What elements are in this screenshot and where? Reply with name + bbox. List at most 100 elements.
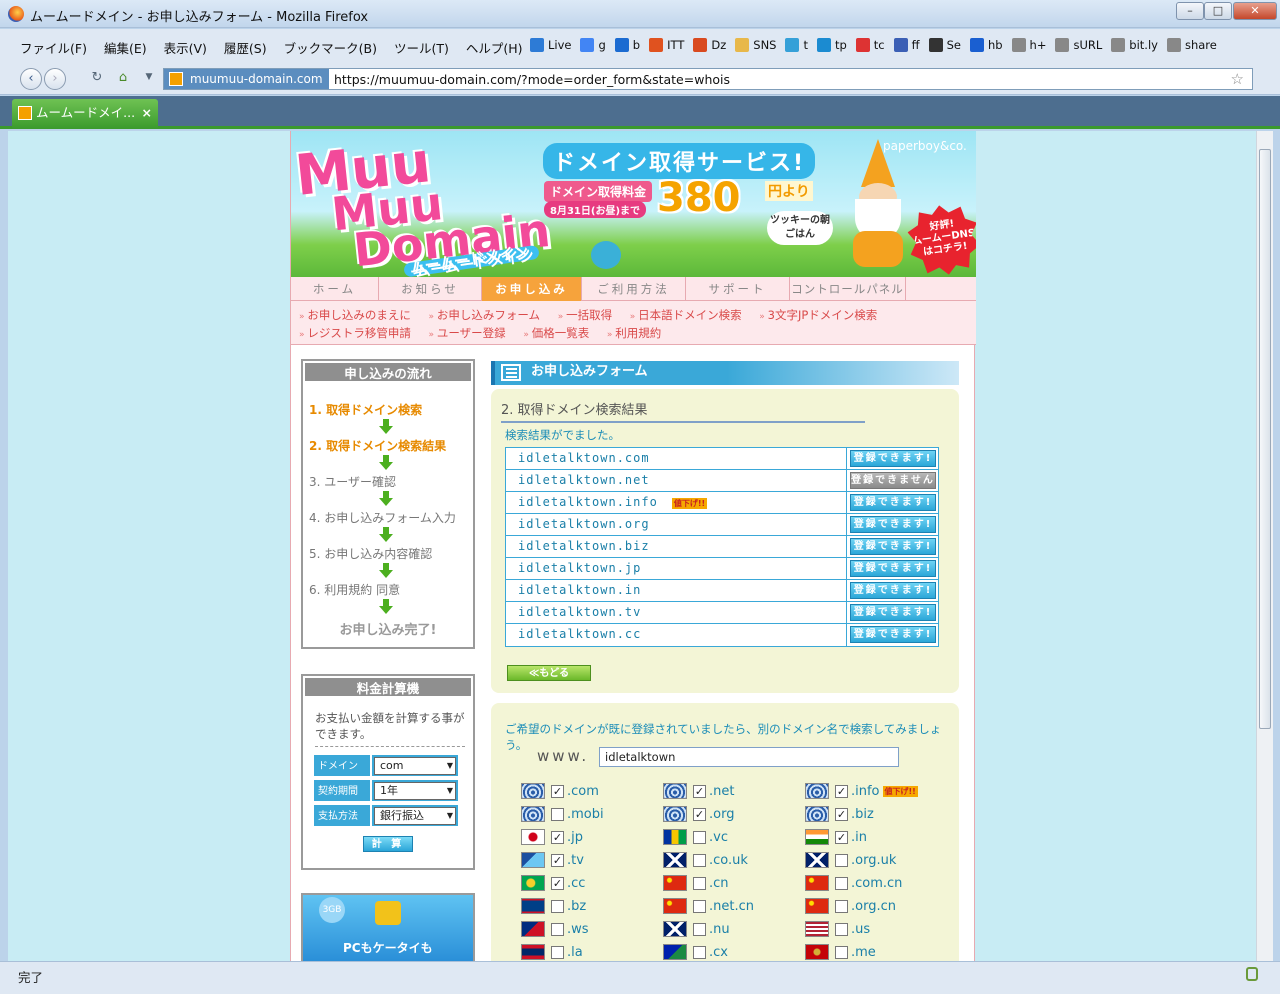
subnav-user-register[interactable]: ユーザー登録 <box>429 326 506 340</box>
muumuu-logo[interactable]: Muu Muu Domain ムームードメイン <box>292 131 553 277</box>
bookmark-3[interactable]: ITT <box>649 38 684 52</box>
menu-help[interactable]: ヘルプ(H) <box>466 38 523 57</box>
bookmark-9[interactable]: ff <box>893 38 920 52</box>
subnav-before-apply[interactable]: お申し込みのまえに <box>299 308 411 322</box>
tld-label[interactable]: .jp <box>567 830 583 845</box>
tld-checkbox[interactable] <box>693 945 706 959</box>
history-dropdown-icon[interactable]: ▼ <box>138 68 160 90</box>
back-arrow-icon[interactable]: ‹ <box>20 68 42 90</box>
nav-news[interactable]: お知らせ <box>379 277 482 301</box>
muumuu-dns-badge[interactable]: 好評! ムームーDNS はコチラ! <box>904 200 976 277</box>
tld-checkbox[interactable]: ✓ <box>835 784 848 798</box>
menu-history[interactable]: 履歴(S) <box>224 38 267 57</box>
tab-close-icon[interactable]: × <box>142 99 152 127</box>
tld-checkbox[interactable] <box>693 922 706 936</box>
tld-checkbox[interactable] <box>835 853 848 867</box>
tld-checkbox[interactable] <box>835 876 848 890</box>
tld-label[interactable]: .la <box>567 945 583 960</box>
register-available-button[interactable]: 登録できます! <box>850 582 936 599</box>
menu-edit[interactable]: 編集(E) <box>104 38 147 57</box>
subnav-apply-form[interactable]: お申し込みフォーム <box>429 308 541 322</box>
tld-checkbox[interactable]: ✓ <box>551 853 564 867</box>
tld-checkbox[interactable] <box>551 899 564 913</box>
tld-label[interactable]: .vc <box>709 830 728 845</box>
vertical-scrollbar[interactable] <box>1256 131 1273 961</box>
nav-support[interactable]: サポート <box>686 277 790 301</box>
nav-control-panel[interactable]: コントロールパネル <box>790 277 906 301</box>
tld-label[interactable]: .net <box>709 784 734 799</box>
close-window-button[interactable]: ✕ <box>1233 2 1277 20</box>
tld-checkbox[interactable] <box>835 899 848 913</box>
register-available-button[interactable]: 登録できます! <box>850 560 936 577</box>
tld-label[interactable]: .nu <box>709 922 730 937</box>
menu-tools[interactable]: ツール(T) <box>394 38 449 57</box>
tld-checkbox[interactable] <box>693 899 706 913</box>
tld-label[interactable]: .com <box>567 784 599 799</box>
minimize-button[interactable]: – <box>1176 2 1204 20</box>
bookmark-0[interactable]: Live <box>530 38 571 52</box>
subnav-price-list[interactable]: 価格一覧表 <box>523 326 589 340</box>
tld-label[interactable]: .com.cn <box>851 876 902 891</box>
tab-muumuu[interactable]: ムームードメイ... × <box>12 99 158 129</box>
tld-label[interactable]: .us <box>851 922 870 937</box>
register-available-button[interactable]: 登録できます! <box>850 626 936 643</box>
tld-checkbox[interactable]: ✓ <box>551 830 564 844</box>
register-available-button[interactable]: 登録できます! <box>850 450 936 467</box>
home-icon[interactable]: ⌂ <box>112 68 134 90</box>
url-text[interactable]: https://muumuu-domain.com/?mode=order_fo… <box>334 72 730 87</box>
tld-label[interactable]: .mobi <box>567 807 604 822</box>
register-available-button[interactable]: 登録できます! <box>850 604 936 621</box>
site-identity-button[interactable]: muumuu-domain.com <box>164 69 329 89</box>
address-bar[interactable]: muumuu-domain.com https://muumuu-domain.… <box>163 68 1253 90</box>
banner-speech-bubble[interactable]: ツッキーの朝ごはん <box>767 211 833 245</box>
calc-domain-select[interactable]: com <box>374 757 456 775</box>
menu-view[interactable]: 表示(V) <box>164 38 207 57</box>
bookmark-2[interactable]: b <box>614 38 640 52</box>
bookmark-12[interactable]: h+ <box>1011 38 1046 52</box>
nav-home[interactable]: ホーム <box>291 277 379 301</box>
scrollbar-thumb[interactable] <box>1259 149 1271 729</box>
subnav-terms[interactable]: 利用規約 <box>607 326 661 340</box>
bookmark-6[interactable]: t <box>785 38 808 52</box>
tld-checkbox[interactable]: ✓ <box>551 784 564 798</box>
calc-pay-select[interactable]: 銀行振込 <box>374 807 456 825</box>
bookmark-4[interactable]: Dz <box>693 38 726 52</box>
tld-label[interactable]: .cn <box>709 876 729 891</box>
tld-checkbox[interactable]: ✓ <box>835 807 848 821</box>
bookmark-10[interactable]: Se <box>928 38 961 52</box>
subnav-transfer[interactable]: レジストラ移管申請 <box>299 326 411 340</box>
bookmark-8[interactable]: tc <box>855 38 885 52</box>
reload-icon[interactable]: ↻ <box>86 68 108 90</box>
subnav-bulk[interactable]: 一括取得 <box>558 308 612 322</box>
domain-search-input[interactable]: idletalktown <box>599 747 899 767</box>
subnav-3char-jp[interactable]: 3文字JPドメイン検索 <box>759 308 877 322</box>
tld-label[interactable]: .net.cn <box>709 899 754 914</box>
tld-label[interactable]: .info <box>851 784 880 799</box>
tld-checkbox[interactable] <box>551 945 564 959</box>
tld-checkbox[interactable]: ✓ <box>835 830 848 844</box>
tld-label[interactable]: .tv <box>567 853 584 868</box>
tld-checkbox[interactable]: ✓ <box>693 807 706 821</box>
menu-file[interactable]: ファイル(F) <box>20 38 87 57</box>
tld-label[interactable]: .org <box>709 807 734 822</box>
tld-checkbox[interactable]: ✓ <box>551 876 564 890</box>
register-available-button[interactable]: 登録できます! <box>850 538 936 555</box>
promo-banner[interactable]: 3GB PCもケータイも <box>301 893 475 961</box>
tld-checkbox[interactable] <box>693 876 706 890</box>
register-available-button[interactable]: 登録できます! <box>850 516 936 533</box>
tld-label[interactable]: .cx <box>709 945 728 960</box>
tld-checkbox[interactable] <box>693 830 706 844</box>
tld-checkbox[interactable] <box>693 853 706 867</box>
bookmark-11[interactable]: hb <box>969 38 1003 52</box>
subnav-jp-search[interactable]: 日本語ドメイン検索 <box>630 308 742 322</box>
tld-label[interactable]: .bz <box>567 899 586 914</box>
bookmark-7[interactable]: tp <box>816 38 847 52</box>
bookmark-5[interactable]: SNS <box>735 38 776 52</box>
bookmark-15[interactable]: share <box>1166 38 1217 52</box>
tld-label[interactable]: .me <box>851 945 876 960</box>
back-button[interactable]: ≪もどる <box>507 665 591 681</box>
register-available-button[interactable]: 登録できます! <box>850 494 936 511</box>
tld-label[interactable]: .org.uk <box>851 853 896 868</box>
bookmark-star-icon[interactable]: ☆ <box>1231 70 1244 88</box>
tld-checkbox[interactable] <box>551 807 564 821</box>
